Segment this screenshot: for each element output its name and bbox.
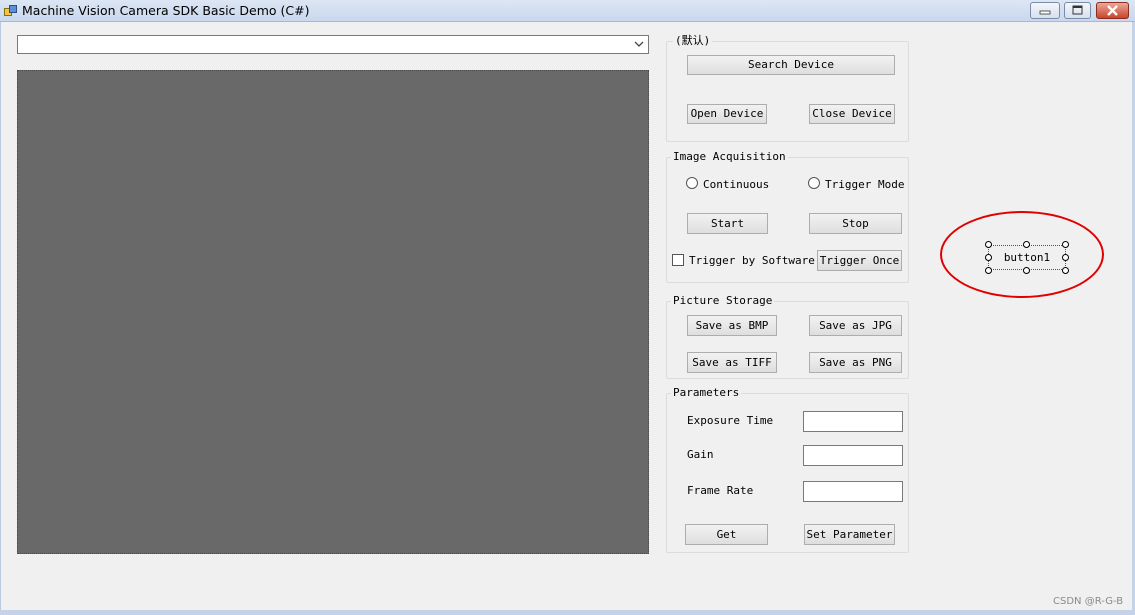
open-device-button[interactable]: Open Device [687,104,767,124]
continuous-radio[interactable] [686,177,698,189]
maximize-icon [1072,5,1083,15]
exposure-time-label: Exposure Time [687,414,774,427]
gain-label: Gain [687,448,714,461]
window-frame-left [0,22,1,615]
app-window-icon [4,5,17,16]
frame-rate-label: Frame Rate [687,484,754,497]
frame-rate-input[interactable] [803,481,903,502]
minimize-button[interactable] [1030,2,1060,19]
save-tiff-button[interactable]: Save as TIFF [687,352,777,373]
device-group-label: (默认) [673,34,713,47]
start-grab-button[interactable]: Start [687,213,768,234]
chevron-down-icon [634,41,644,47]
search-device-button[interactable]: Search Device [687,55,895,75]
continuous-label: Continuous [703,178,770,191]
trigger-software-checkbox[interactable] [672,254,684,266]
save-bmp-button[interactable]: Save as BMP [687,315,777,336]
window-title: Machine Vision Camera SDK Basic Demo (C#… [22,3,310,18]
trigger-mode-radio[interactable] [808,177,820,189]
picture-storage-label: Picture Storage [671,294,775,307]
watermark: CSDN @R-G-B [1053,596,1124,607]
close-icon [1107,5,1118,16]
get-parameter-button[interactable]: Get [685,524,768,545]
trigger-once-button[interactable]: Trigger Once [817,250,902,271]
gain-input[interactable] [803,445,903,466]
image-acquisition-label: Image Acquisition [671,150,788,163]
device-select-combo[interactable] [17,35,649,54]
set-parameter-button[interactable]: Set Parameter [804,524,895,545]
exposure-time-input[interactable] [803,411,903,432]
image-display-area [17,70,649,554]
trigger-software-label: Trigger by Software [689,254,815,267]
stop-grab-button[interactable]: Stop [809,213,902,234]
window-frame-bottom [0,610,1135,615]
trigger-mode-label: Trigger Mode [825,178,905,191]
red-highlight-ellipse [940,211,1104,298]
title-bar: Machine Vision Camera SDK Basic Demo (C#… [0,0,1135,22]
maximize-button[interactable] [1064,2,1091,19]
parameters-label: Parameters [671,386,742,399]
save-jpg-button[interactable]: Save as JPG [809,315,902,336]
minimize-icon [1039,10,1051,15]
close-button[interactable] [1096,2,1129,19]
save-png-button[interactable]: Save as PNG [809,352,902,373]
close-device-button[interactable]: Close Device [809,104,895,124]
